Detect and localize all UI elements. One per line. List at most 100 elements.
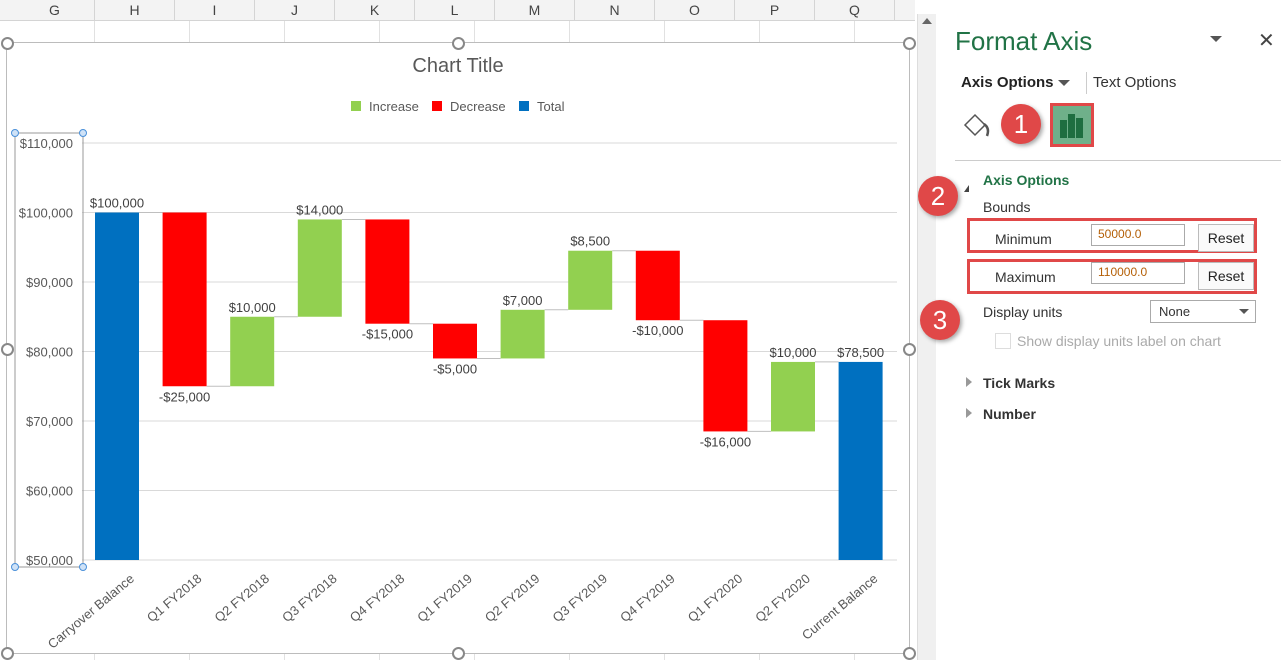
column-header-K[interactable]: K <box>335 0 415 20</box>
y-tick-label: $60,000 <box>26 484 73 499</box>
data-label: $10,000 <box>229 300 276 315</box>
x-tick-label: Q4 FY2019 <box>617 571 678 625</box>
x-tick-label: Q3 FY2018 <box>279 571 340 625</box>
column-header-Q[interactable]: Q <box>815 0 895 20</box>
minimum-label: Minimum <box>995 231 1052 247</box>
data-label: $7,000 <box>503 293 543 308</box>
pane-options-dropdown-icon[interactable] <box>1210 36 1222 42</box>
bar-11 <box>838 361 883 560</box>
x-tick-label: Q4 FY2018 <box>347 571 408 625</box>
tab-axis-options[interactable]: Axis Options <box>961 74 1054 91</box>
y-tick-label: $90,000 <box>26 275 73 290</box>
fill-line-icon[interactable] <box>962 110 992 140</box>
column-header-N[interactable]: N <box>575 0 655 20</box>
chart-resize-handle[interactable] <box>1 343 14 356</box>
x-tick-label: Q2 FY2018 <box>212 571 273 625</box>
bounds-label: Bounds <box>983 199 1031 215</box>
data-label: $78,500 <box>837 345 884 360</box>
scroll-up-arrow-icon[interactable] <box>922 18 932 24</box>
chevron-down-icon[interactable] <box>1058 80 1070 86</box>
bar-9 <box>703 320 748 432</box>
maximum-label: Maximum <box>995 269 1056 285</box>
bar-0 <box>95 212 139 560</box>
axis-selection-handle <box>11 129 19 137</box>
show-units-label: Show display units label on chart <box>1017 333 1221 349</box>
callout-badge-2: 2 <box>918 176 958 216</box>
data-label: -$10,000 <box>632 323 683 338</box>
column-header-P[interactable]: P <box>735 0 815 20</box>
y-tick-label: $110,000 <box>20 136 73 151</box>
data-label: $100,000 <box>90 196 144 211</box>
x-tick-label: Carryover Balance <box>45 571 137 652</box>
chart-resize-handle[interactable] <box>903 343 916 356</box>
chart-resize-handle[interactable] <box>1 37 14 50</box>
bar-7 <box>568 250 613 310</box>
section-number[interactable]: Number <box>983 406 1036 422</box>
column-header-H[interactable]: H <box>95 0 175 20</box>
column-header-I[interactable]: I <box>175 0 255 20</box>
legend-label-decrease: Decrease <box>450 99 506 114</box>
chart-resize-handle[interactable] <box>903 647 916 660</box>
axis-selection-handle <box>79 129 87 137</box>
chevron-down-icon <box>1239 309 1249 314</box>
chart-title: Chart Title <box>412 55 503 77</box>
y-tick-label: $80,000 <box>26 345 73 360</box>
chart-resize-handle[interactable] <box>1 647 14 660</box>
show-units-checkbox[interactable] <box>995 333 1011 349</box>
section-tick-marks[interactable]: Tick Marks <box>983 375 1055 391</box>
callout-badge-1: 1 <box>1001 104 1041 144</box>
display-units-select[interactable]: None <box>1150 300 1256 323</box>
axis-options-icon-button[interactable] <box>1050 103 1094 147</box>
close-icon[interactable]: ✕ <box>1258 28 1275 53</box>
chart-resize-handle[interactable] <box>903 37 916 50</box>
bar-chart-icon <box>1060 114 1083 138</box>
data-label: $10,000 <box>770 345 817 360</box>
legend-label-increase: Increase <box>369 99 419 114</box>
bar-1 <box>162 212 207 387</box>
column-header-J[interactable]: J <box>255 0 335 20</box>
data-label: -$16,000 <box>700 434 751 449</box>
maximum-input[interactable]: 110000.0 <box>1091 262 1185 284</box>
bar-8 <box>635 250 680 321</box>
column-header-M[interactable]: M <box>495 0 575 20</box>
column-header-L[interactable]: L <box>415 0 495 20</box>
waterfall-chart[interactable]: Chart Title Increase Decrease Total $50,000 $… <box>1 37 916 660</box>
format-axis-pane: Format Axis ✕ Axis Options Text Options … <box>918 0 1281 660</box>
chart-resize-handle[interactable] <box>452 37 465 50</box>
minimum-input[interactable]: 50000.0 <box>1091 224 1185 246</box>
collapse-triangle-icon[interactable] <box>964 178 969 192</box>
chart-svg: Chart Title Increase Decrease Total $50,000 $… <box>11 55 897 652</box>
bar-6 <box>500 309 545 359</box>
legend-swatch-increase <box>351 101 361 111</box>
pane-title: Format Axis <box>955 26 1093 56</box>
data-label: $8,500 <box>570 234 610 249</box>
bar-3 <box>297 219 342 317</box>
x-tick-label: Q3 FY2019 <box>550 571 611 625</box>
bar-5 <box>433 323 477 359</box>
tab-text-options[interactable]: Text Options <box>1093 74 1176 91</box>
column-header-O[interactable]: O <box>655 0 735 20</box>
data-label: $14,000 <box>296 202 343 217</box>
x-tick-label: Q1 FY2019 <box>414 571 475 625</box>
section-axis-options[interactable]: Axis Options <box>983 172 1069 188</box>
bar-10 <box>771 361 815 432</box>
expand-triangle-icon[interactable] <box>966 377 972 387</box>
legend-swatch-total <box>519 101 529 111</box>
divider <box>955 160 1281 161</box>
legend-swatch-decrease <box>432 101 442 111</box>
display-units-value: None <box>1159 304 1191 319</box>
tab-divider <box>1086 72 1087 94</box>
data-label: -$5,000 <box>433 361 477 376</box>
display-units-label: Display units <box>983 304 1063 320</box>
column-headers: GHIJKLMNOPQ <box>0 0 915 21</box>
y-tick-label: $70,000 <box>26 414 73 429</box>
maximum-reset-button[interactable]: Reset <box>1198 262 1254 290</box>
chart-resize-handle[interactable] <box>452 647 465 660</box>
data-label: -$15,000 <box>362 327 413 342</box>
expand-triangle-icon[interactable] <box>966 408 972 418</box>
y-tick-label: $100,000 <box>19 206 73 221</box>
column-header-G[interactable]: G <box>15 0 95 20</box>
x-tick-label: Q2 FY2020 <box>752 571 813 625</box>
minimum-reset-button[interactable]: Reset <box>1198 224 1254 252</box>
x-tick-label: Q1 FY2018 <box>144 571 205 625</box>
